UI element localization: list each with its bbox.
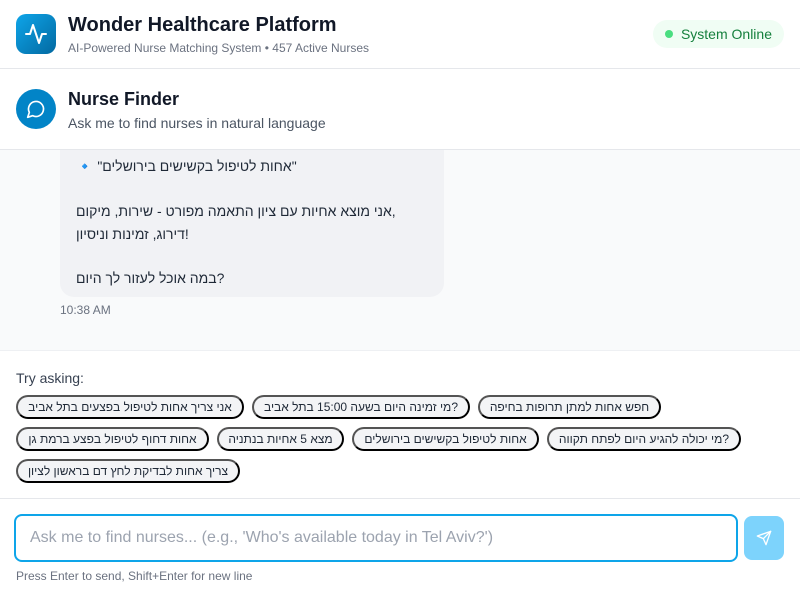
assistant-message-bubble: 🔹 "אחות לטיפול בקשישים בירושלים" אני מוצ… [60, 150, 444, 297]
status-dot-icon [664, 30, 673, 38]
status-badge: System Online [652, 20, 784, 48]
finder-subtitle: Ask me to find nurses in natural languag… [68, 115, 326, 131]
activity-pulse-icon [16, 14, 56, 54]
suggestion-chip[interactable]: אחות דחוף לטיפול בפצע ברמת גן [16, 427, 209, 451]
suggestion-chip[interactable]: מי זמינה היום בשעה 15:00 בתל אביב? [252, 395, 470, 419]
chat-messages[interactable]: 🔹 "אחות לטיפול בקשישים בירושלים" אני מוצ… [0, 150, 800, 351]
chat-bubble-icon [16, 89, 56, 129]
suggestion-chip[interactable]: אחות לטיפול בקשישים בירושלים [352, 427, 539, 451]
suggestions-panel: Try asking: אני צריך אחות לטיפול בפצעים … [0, 351, 800, 499]
nurse-finder-header: Nurse Finder Ask me to find nurses in na… [0, 69, 800, 150]
message-input[interactable] [14, 514, 738, 562]
status-label: System Online [680, 26, 772, 42]
send-icon [756, 530, 772, 546]
message-timestamp: 10:38 AM [60, 303, 111, 317]
suggestion-chip[interactable]: חפש אחות למתן תרופות בחיפה [478, 395, 661, 419]
app-title: Wonder Healthcare Platform [68, 14, 337, 36]
message-line: במה אוכל לעזור לך היום? [76, 270, 225, 286]
finder-title: Nurse Finder [68, 89, 180, 109]
app-header: Wonder Healthcare Platform AI-Powered Nu… [0, 0, 800, 69]
message-line: דירוג, זמינות וניסיון! [76, 226, 189, 242]
message-line: אני מוצא אחיות עם ציון התאמה מפורט - שיר… [76, 203, 396, 219]
composer-hint: Press Enter to send, Shift+Enter for new… [16, 569, 253, 583]
message-composer: Press Enter to send, Shift+Enter for new… [0, 500, 800, 600]
suggestion-chip[interactable]: מצא 5 אחיות בנתניה [217, 427, 344, 451]
send-button[interactable] [744, 516, 784, 560]
try-asking-label: Try asking: [16, 370, 84, 386]
suggestion-chip[interactable]: צריך אחות לבדיקת לחץ דם בראשון לציון [16, 459, 240, 483]
suggestion-chip[interactable]: מי יכולה להגיע היום לפתח תקווה? [547, 427, 741, 451]
message-line: 🔹 "אחות לטיפול בקשישים בירושלים" [76, 158, 297, 174]
suggestion-chip[interactable]: אני צריך אחות לטיפול בפצעים בתל אביב [16, 395, 244, 419]
app-subtitle: AI-Powered Nurse Matching System • 457 A… [68, 41, 369, 55]
